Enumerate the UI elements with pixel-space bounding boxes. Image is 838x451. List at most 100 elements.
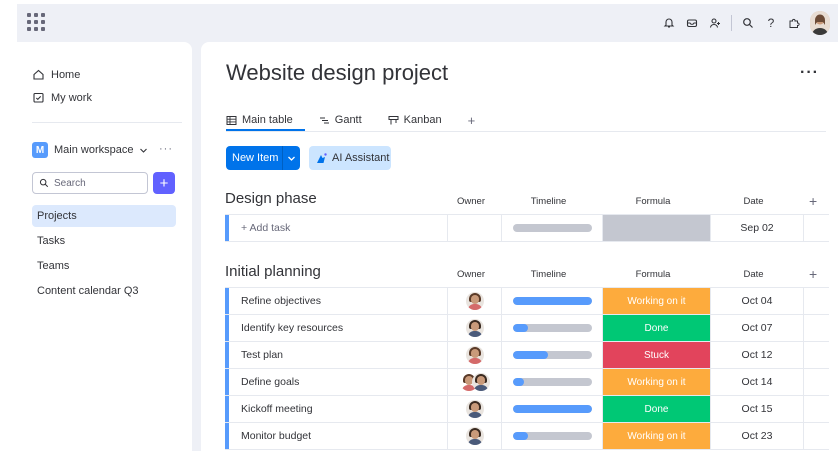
tab-main-table[interactable]: Main table	[226, 110, 293, 130]
user-avatar[interactable]	[810, 11, 830, 35]
table-row[interactable]: Kickoff meeting Done Oct 15	[225, 396, 829, 423]
owner-cell[interactable]	[448, 315, 502, 341]
owner-avatar[interactable]	[465, 427, 484, 445]
table-row[interactable]: Test plan Stuck Oct 12	[225, 342, 829, 369]
timeline-bar	[512, 297, 592, 305]
owner-avatar[interactable]	[465, 400, 484, 418]
active-tab-indicator	[226, 129, 305, 131]
timeline-cell[interactable]	[502, 215, 603, 241]
chevron-down-icon[interactable]	[283, 154, 300, 163]
page-title: Website design project	[226, 60, 449, 85]
board-item-tasks[interactable]: Tasks	[32, 230, 176, 252]
timeline-cell[interactable]	[502, 423, 603, 449]
date-cell[interactable]: Oct 07	[711, 315, 804, 341]
invite-members-icon[interactable]	[708, 16, 722, 30]
tab-gantt[interactable]: Gantt	[319, 110, 362, 130]
owner-avatar[interactable]	[471, 373, 490, 391]
timeline-cell[interactable]	[502, 315, 603, 341]
row-end-cell	[804, 369, 829, 395]
table-row[interactable]: Monitor budget Working on it Oct 23	[225, 423, 829, 450]
board-more-icon[interactable]: ···	[800, 64, 819, 82]
date-cell[interactable]: Oct 12	[711, 342, 804, 368]
timeline-bar	[512, 432, 592, 440]
owner-avatar-group[interactable]	[460, 373, 490, 391]
search-input[interactable]: Search	[32, 172, 148, 194]
add-board-button[interactable]: +	[153, 172, 175, 194]
formula-cell[interactable]	[603, 215, 711, 241]
workspace-more-icon[interactable]: ···	[159, 143, 173, 155]
owner-cell[interactable]	[448, 396, 502, 422]
formula-cell[interactable]: Done	[603, 396, 711, 422]
formula-cell[interactable]: Working on it	[603, 423, 711, 449]
kanban-icon	[388, 115, 399, 124]
item-name-cell[interactable]: Test plan	[229, 342, 448, 368]
item-name-cell[interactable]: Kickoff meeting	[229, 396, 448, 422]
table-row[interactable]: Refine objectives Working on it Oct 04	[225, 288, 829, 315]
table-row[interactable]: + Add task Sep 02	[225, 215, 829, 242]
owner-cell[interactable]	[448, 342, 502, 368]
formula-cell[interactable]: Done	[603, 315, 711, 341]
workspace-selector[interactable]: M Main workspace	[32, 142, 148, 158]
board-item-teams[interactable]: Teams	[32, 255, 176, 277]
group-title[interactable]: Design phase	[225, 190, 317, 207]
owner-avatar[interactable]	[465, 292, 484, 310]
tabs-divider	[226, 131, 826, 132]
timeline-bar	[512, 405, 592, 413]
add-view-button[interactable]: +	[468, 110, 476, 130]
timeline-cell[interactable]	[502, 369, 603, 395]
item-name-cell[interactable]: Identify key resources	[229, 315, 448, 341]
timeline-fill	[512, 432, 529, 440]
search-icon[interactable]	[741, 16, 755, 30]
nav-my-work[interactable]: My work	[32, 91, 92, 104]
date-cell[interactable]: Oct 15	[711, 396, 804, 422]
app-grid-icon[interactable]	[27, 13, 45, 31]
nav-home[interactable]: Home	[32, 68, 80, 81]
date-cell[interactable]: Oct 23	[711, 423, 804, 449]
owner-cell[interactable]	[448, 369, 502, 395]
date-cell[interactable]: Oct 14	[711, 369, 804, 395]
row-end-cell	[804, 288, 829, 314]
timeline-fill	[512, 405, 592, 413]
ai-sparkle-icon	[317, 152, 327, 163]
column-header-formula: Formula	[635, 196, 671, 207]
board-item-projects[interactable]: Projects	[32, 205, 176, 227]
add-task-input[interactable]: + Add task	[229, 215, 448, 241]
tab-kanban[interactable]: Kanban	[388, 110, 442, 130]
timeline-cell[interactable]	[502, 288, 603, 314]
owner-cell[interactable]	[448, 288, 502, 314]
ai-assistant-button[interactable]: AI Assistant	[309, 146, 391, 170]
group-title[interactable]: Initial planning	[225, 263, 321, 280]
owner-avatar[interactable]	[465, 346, 484, 364]
add-column-button[interactable]: +	[809, 193, 817, 209]
board-item-content-calendar[interactable]: Content calendar Q3	[32, 280, 176, 302]
timeline-fill	[512, 297, 592, 305]
board-view: Website design project ··· Main table Ga…	[201, 42, 838, 451]
item-name-cell[interactable]: Define goals	[229, 369, 448, 395]
row-end-cell	[804, 215, 829, 241]
new-item-button[interactable]: New Item	[226, 146, 300, 170]
inbox-icon[interactable]	[685, 16, 699, 30]
item-name-cell[interactable]: Refine objectives	[229, 288, 448, 314]
calendar-check-icon	[33, 92, 44, 103]
add-column-button[interactable]: +	[809, 266, 817, 282]
owner-avatar[interactable]	[465, 319, 484, 337]
owner-cell[interactable]	[448, 215, 502, 241]
table-row[interactable]: Identify key resources Done Oct 07	[225, 315, 829, 342]
timeline-cell[interactable]	[502, 342, 603, 368]
apps-puzzle-icon[interactable]	[787, 16, 801, 30]
table-row[interactable]: Define goals Working on it Oct 14	[225, 369, 829, 396]
timeline-cell[interactable]	[502, 396, 603, 422]
row-end-cell	[804, 396, 829, 422]
help-icon[interactable]: ?	[764, 16, 778, 30]
owner-cell[interactable]	[448, 423, 502, 449]
item-name-cell[interactable]: Monitor budget	[229, 423, 448, 449]
formula-cell[interactable]: Stuck	[603, 342, 711, 368]
column-header-date: Date	[743, 196, 764, 207]
date-cell[interactable]: Oct 04	[711, 288, 804, 314]
tab-main-table-label: Main table	[242, 114, 293, 126]
view-tabs: Main table Gantt Kanban +	[226, 110, 475, 130]
bell-icon[interactable]	[662, 16, 676, 30]
date-cell[interactable]: Sep 02	[711, 215, 804, 241]
formula-cell[interactable]: Working on it	[603, 288, 711, 314]
formula-cell[interactable]: Working on it	[603, 369, 711, 395]
